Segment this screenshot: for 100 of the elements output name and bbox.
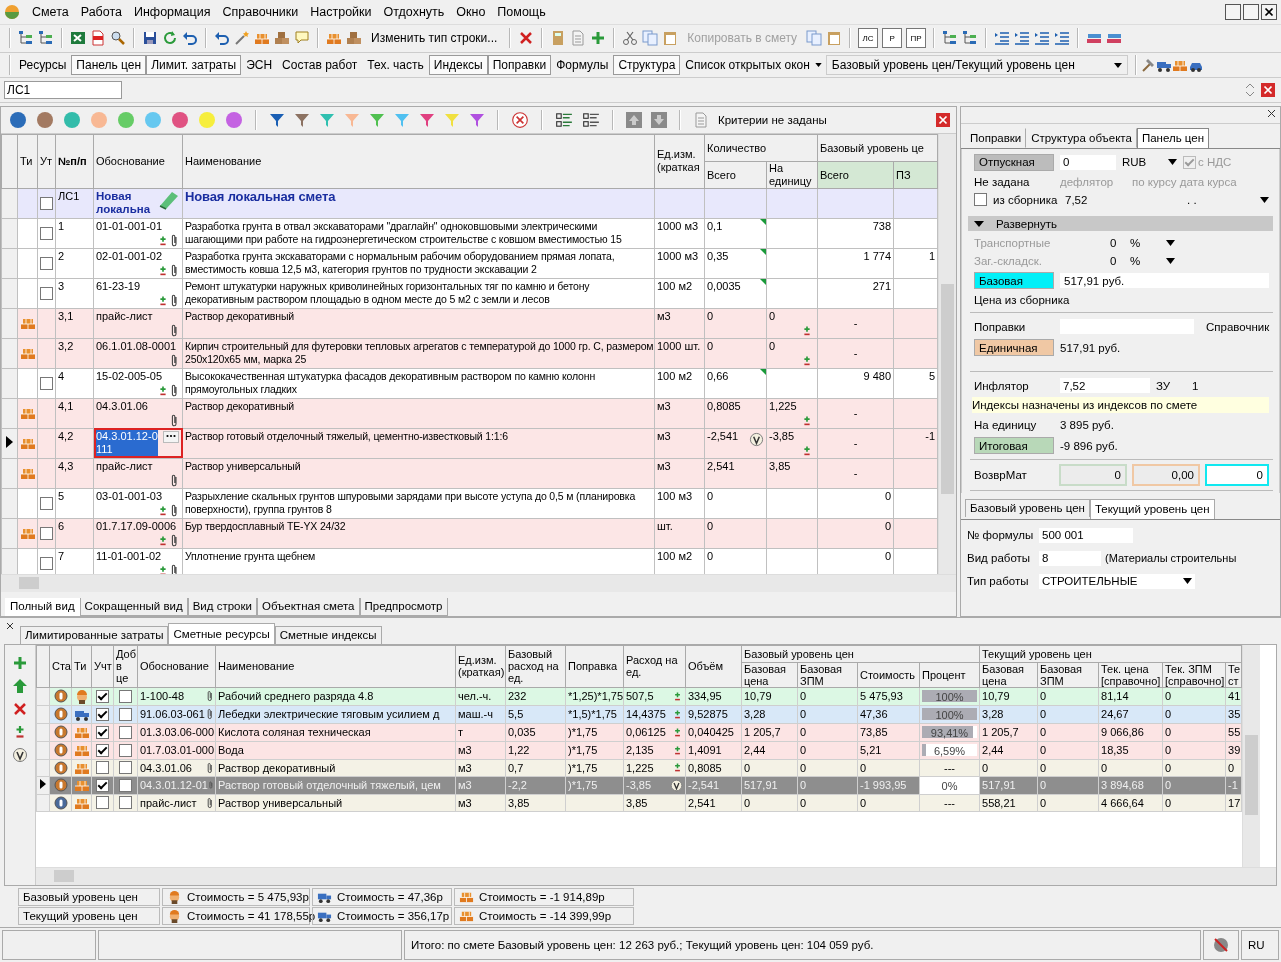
close-icon[interactable]: [6, 621, 14, 630]
column-header[interactable]: Доб в це: [113, 645, 138, 688]
checkbox[interactable]: [96, 761, 109, 775]
color-marker-button[interactable]: [90, 110, 108, 129]
checkbox[interactable]: [119, 761, 132, 775]
boxes-icon[interactable]: [274, 30, 290, 47]
menu-item[interactable]: Информация: [127, 4, 217, 19]
filter-icon[interactable]: [419, 111, 435, 128]
checkbox[interactable]: [40, 556, 53, 570]
panel-toggle-button[interactable]: Индексы: [428, 55, 488, 76]
menu-item[interactable]: Отдохнуть: [377, 4, 451, 19]
currency-dropdown[interactable]: RUB: [1122, 156, 1162, 169]
filter-icon[interactable]: [294, 111, 310, 128]
column-header[interactable]: Ста: [49, 645, 72, 688]
indent-icon[interactable]: [1034, 30, 1051, 47]
undo-icon[interactable]: [214, 30, 230, 47]
restore-button[interactable]: [1243, 3, 1259, 20]
column-header[interactable]: Ти: [71, 645, 92, 688]
menu-item[interactable]: Работа: [74, 4, 128, 19]
release-price-button[interactable]: Отпускная: [974, 153, 1054, 171]
column-header[interactable]: Объём: [685, 645, 742, 688]
cut-icon[interactable]: [622, 30, 639, 47]
dropdown-arrow-icon[interactable]: [1113, 62, 1122, 68]
column-header[interactable]: Ти: [17, 134, 38, 189]
paste-icon[interactable]: [662, 30, 679, 47]
checkbox[interactable]: [119, 707, 132, 721]
resources-tab[interactable]: Сметные ресурсы: [168, 622, 275, 644]
resources-tab[interactable]: Сметные индексы: [274, 625, 382, 644]
unit-price-button[interactable]: Единичная: [974, 339, 1054, 357]
checklist-icon[interactable]: [555, 110, 573, 129]
view-tab[interactable]: Вид строки: [187, 597, 257, 616]
checkbox[interactable]: [119, 689, 132, 703]
color-marker-button[interactable]: [9, 110, 27, 129]
checkbox[interactable]: [119, 796, 132, 810]
delete-icon[interactable]: [12, 700, 28, 717]
panel-toggle-button[interactable]: Ресурсы: [14, 55, 72, 76]
undo-icon[interactable]: [182, 30, 198, 47]
column-header[interactable]: Обоснование: [93, 134, 183, 189]
vertical-scrollbar[interactable]: [938, 133, 956, 574]
menu-item[interactable]: Помощь: [491, 4, 552, 19]
color-marker-button[interactable]: [36, 110, 54, 129]
checkbox[interactable]: [96, 778, 109, 792]
save-icon[interactable]: [142, 30, 158, 47]
indent-icon[interactable]: [1014, 30, 1031, 47]
menu-item[interactable]: Смета: [26, 4, 75, 19]
column-header[interactable]: Поправка: [565, 645, 624, 688]
inflator-field[interactable]: 7,52: [1060, 378, 1150, 394]
tree-icon[interactable]: [18, 30, 34, 47]
move-down-icon[interactable]: [651, 111, 667, 128]
indent-icon[interactable]: [1054, 30, 1071, 47]
return-field[interactable]: 0: [1205, 463, 1269, 486]
tree-icon[interactable]: [962, 30, 979, 47]
column-header[interactable]: Базовый расход на ед.: [505, 645, 566, 688]
close-icon[interactable]: [1261, 3, 1277, 20]
more-icon[interactable]: [163, 430, 179, 443]
column-header[interactable]: Ед.изм. (краткая): [455, 645, 506, 688]
column-header[interactable]: Ед.изм. (краткая: [654, 134, 705, 189]
column-header[interactable]: Наименование: [182, 134, 655, 189]
filter-icon[interactable]: [469, 111, 485, 128]
minimize-button[interactable]: [1225, 3, 1241, 20]
close-icon[interactable]: [1267, 108, 1277, 118]
release-field[interactable]: 0: [1060, 154, 1116, 170]
view-tab[interactable]: Полный вид: [5, 597, 80, 616]
formula-field[interactable]: 500 001: [1039, 527, 1133, 543]
document-icon[interactable]: [90, 30, 106, 47]
address-field[interactable]: ЛС1: [4, 80, 122, 99]
checkbox[interactable]: [40, 286, 53, 300]
view-tab[interactable]: Предпросмотр: [359, 597, 448, 616]
menu-item[interactable]: Справочники: [216, 4, 305, 19]
column-header[interactable]: Базовый уровень цен: [741, 645, 980, 663]
checkbox[interactable]: [119, 725, 132, 739]
indent-icon[interactable]: [994, 30, 1011, 47]
clear-filter-icon[interactable]: [511, 110, 529, 129]
check-mark-icon[interactable]: [12, 746, 28, 763]
change-type-button[interactable]: Изменить тип строки...: [366, 30, 503, 47]
color-marker-button[interactable]: [117, 110, 135, 129]
dropdown-arrow-icon[interactable]: [1183, 578, 1192, 585]
column-header[interactable]: Всего: [817, 161, 894, 189]
color-marker-button[interactable]: [144, 110, 162, 129]
color-marker-button[interactable]: [225, 110, 243, 129]
price-level-tab[interactable]: Текущий уровень цен: [1089, 498, 1215, 519]
horizontal-scrollbar[interactable]: [36, 866, 1276, 885]
checkbox[interactable]: [119, 743, 132, 757]
list-icon[interactable]: [582, 110, 600, 129]
vertical-scrollbar[interactable]: [1242, 644, 1261, 867]
tree-icon[interactable]: [942, 30, 959, 47]
column-header[interactable]: №п/п: [55, 134, 94, 189]
base-price-button[interactable]: Базовая: [974, 272, 1054, 290]
code-editor[interactable]: 04.3.01.12-0111: [93, 428, 183, 459]
search-icon[interactable]: [110, 30, 126, 47]
document-button[interactable]: ЛС: [858, 28, 879, 49]
panel-tab[interactable]: Панель цен: [1136, 127, 1210, 148]
checkbox[interactable]: [40, 526, 53, 540]
expand-bar[interactable]: Развернуть: [968, 215, 1274, 232]
open-windows-menu[interactable]: Список открытых окон: [680, 55, 815, 76]
checkbox[interactable]: [40, 226, 53, 240]
dropdown-arrow-icon[interactable]: [1260, 196, 1270, 203]
panel-toggle-button[interactable]: ЭСН: [241, 55, 278, 76]
checkbox[interactable]: [40, 196, 53, 210]
dropdown-arrow-icon[interactable]: [1166, 258, 1175, 265]
